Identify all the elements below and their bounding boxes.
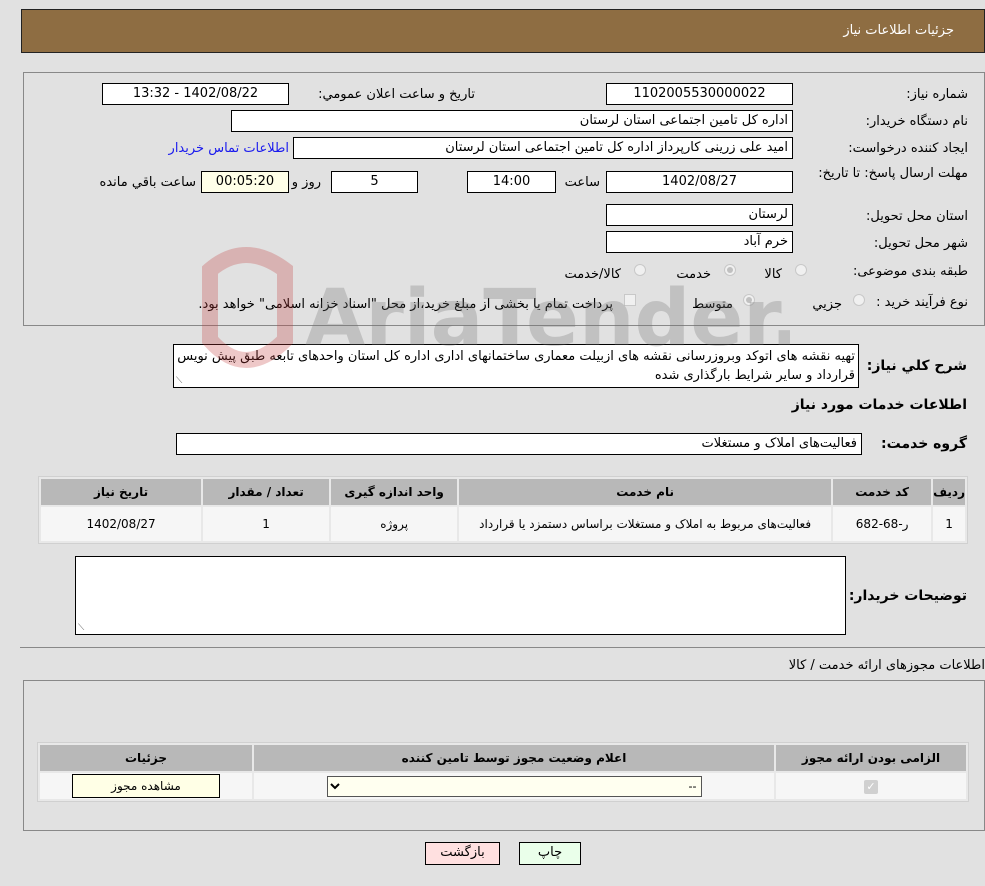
announce-field: 1402/08/22 - 13:32 <box>102 83 289 105</box>
city-label: شهر محل تحویل: <box>873 236 968 251</box>
deadline-time-label: ساعت <box>564 175 600 190</box>
permits-table: الزامی بودن ارائه مجوز اعلام وضعیت مجوز … <box>37 742 969 802</box>
col-required: الزامی بودن ارائه مجوز <box>776 745 966 771</box>
print-button[interactable]: چاپ <box>519 842 581 865</box>
deadline-time-field: 14:00 <box>467 171 556 193</box>
col-unit: واحد اندازه گیری <box>331 479 458 505</box>
resize-handle-icon[interactable]: ⟋ <box>78 624 84 633</box>
province-field: لرستان <box>606 204 793 226</box>
treasury-note: پرداخت تمام یا بخشی از مبلغ خرید،از محل … <box>198 297 613 312</box>
deadline-label: مهلت ارسال پاسخ: تا تاریخ: <box>818 166 968 181</box>
buyer-notes-textarea[interactable]: ⟋ <box>75 556 846 635</box>
need-number-field: 1102005530000022 <box>606 83 793 105</box>
cell-name: فعالیت‌های مربوط به املاک و مستغلات براس… <box>459 507 832 541</box>
cell-date: 1402/08/27 <box>41 507 202 541</box>
cell-required: ✓ <box>776 773 966 799</box>
col-qty: تعداد / مقدار <box>203 479 330 505</box>
remaining-time-field: 00:05:20 <box>201 171 289 193</box>
announce-label: تاریخ و ساعت اعلان عمومي: <box>318 87 475 102</box>
col-index: رديف <box>933 479 965 505</box>
description-label: شرح کلي نياز: <box>866 358 967 374</box>
services-table-header: رديف کد خدمت نام خدمت واحد اندازه گیری ت… <box>41 479 965 505</box>
category-radio-goods-service[interactable] <box>634 264 646 276</box>
table-row: 1 ر-68-682 فعالیت‌های مربوط به املاک و م… <box>41 507 965 541</box>
category-radio-service[interactable] <box>724 264 736 276</box>
process-option-medium: متوسط <box>692 297 733 312</box>
col-details: جزئیات <box>40 745 252 771</box>
permit-status-select[interactable]: -- <box>326 775 702 797</box>
cell-status: -- <box>254 773 774 799</box>
cell-qty: 1 <box>203 507 330 541</box>
days-label: روز و <box>291 175 321 190</box>
description-textarea[interactable]: تهیه نقشه های اتوکد وبروزرسانی نقشه های … <box>173 344 859 388</box>
process-option-minor: جزيي <box>812 297 842 312</box>
category-option-goods: کالا <box>764 267 782 282</box>
required-checkbox: ✓ <box>864 779 878 794</box>
cell-details: مشاهده مجوز <box>40 773 252 799</box>
buyer-contact-link[interactable]: اطلاعات تماس خریدار <box>169 141 289 156</box>
process-radio-minor[interactable] <box>853 294 865 306</box>
services-table: رديف کد خدمت نام خدمت واحد اندازه گیری ت… <box>38 476 968 544</box>
category-option-service: خدمت <box>676 267 711 282</box>
resize-handle-icon[interactable]: ⟋ <box>176 377 182 386</box>
col-status: اعلام وضعیت مجوز توسط تامین کننده <box>254 745 774 771</box>
process-label: نوع فرآیند خرید : <box>876 295 968 310</box>
category-radio-goods[interactable] <box>795 264 807 276</box>
table-row: ✓ -- مشاهده مجوز <box>40 773 966 799</box>
need-number-label: شماره نیاز: <box>906 87 968 102</box>
view-permit-button[interactable]: مشاهده مجوز <box>72 774 220 798</box>
city-field: خرم آباد <box>606 231 793 253</box>
service-group-field: فعالیت‌های املاک و مستغلات <box>176 433 862 455</box>
services-section-title: اطلاعات خدمات مورد نیاز <box>791 397 967 413</box>
service-group-label: گروه خدمت: <box>881 436 967 452</box>
province-label: استان محل تحویل: <box>866 209 968 224</box>
permits-table-header: الزامی بودن ارائه مجوز اعلام وضعیت مجوز … <box>40 745 966 771</box>
section-divider <box>20 647 985 648</box>
cell-unit: پروژه <box>331 507 458 541</box>
process-radio-medium[interactable] <box>743 294 755 306</box>
category-option-goods-service: کالا/خدمت <box>564 267 621 282</box>
back-button[interactable]: بازگشت <box>425 842 500 865</box>
deadline-date-field: 1402/08/27 <box>606 171 793 193</box>
page-title: جزئیات اطلاعات نیاز <box>843 23 954 38</box>
category-label: طبقه بندی موضوعی: <box>852 264 968 279</box>
col-name: نام خدمت <box>459 479 832 505</box>
cell-code: ر-68-682 <box>833 507 932 541</box>
col-code: کد خدمت <box>833 479 932 505</box>
buyer-org-field: اداره کل تامین اجتماعی استان لرستان <box>231 110 793 132</box>
permits-section-title: اطلاعات مجوزهای ارائه خدمت / کالا <box>788 658 985 673</box>
creator-label: ایجاد کننده درخواست: <box>848 141 968 156</box>
col-date: تاریخ نیاز <box>41 479 202 505</box>
creator-field: امید علی زرینی کارپرداز اداره کل تامین ا… <box>293 137 793 159</box>
days-field: 5 <box>331 171 418 193</box>
page-header: جزئیات اطلاعات نیاز <box>21 9 985 53</box>
buyer-notes-label: توضیحات خریدار: <box>848 588 967 604</box>
remaining-label: ساعت باقي مانده <box>99 175 196 190</box>
treasury-checkbox[interactable] <box>624 294 636 306</box>
cell-index: 1 <box>933 507 965 541</box>
buyer-org-label: نام دستگاه خریدار: <box>865 114 968 129</box>
description-text: تهیه نقشه های اتوکد وبروزرسانی نقشه های … <box>177 349 855 383</box>
